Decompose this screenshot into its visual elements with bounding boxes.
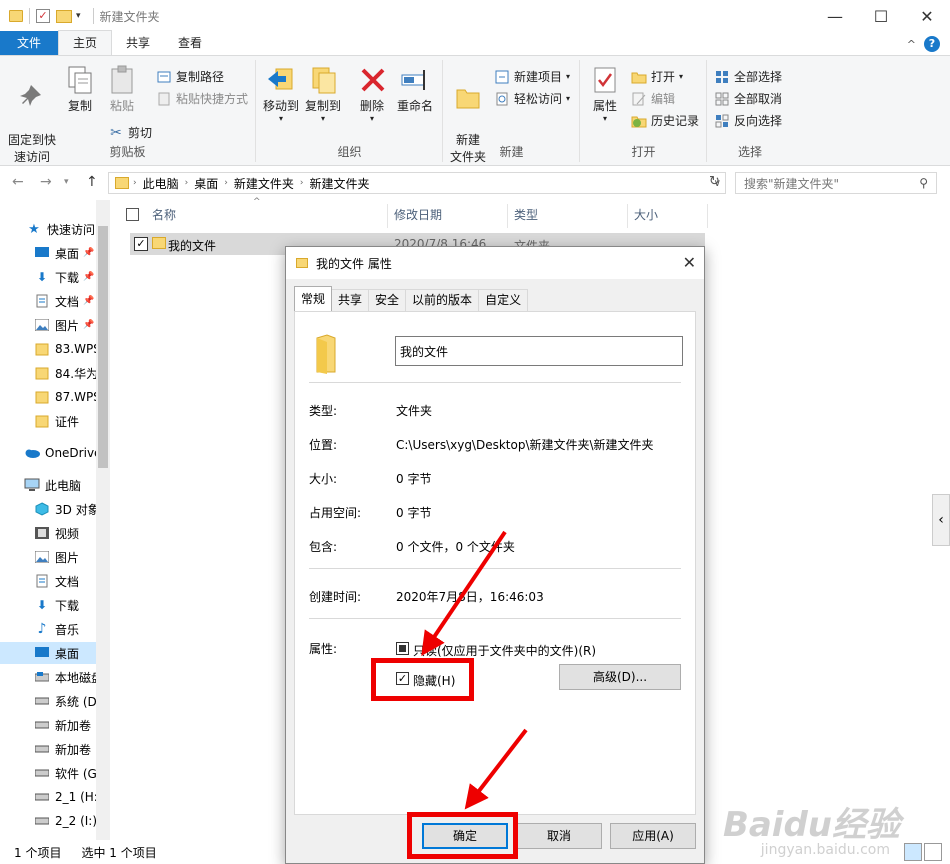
arrow-to-ok	[464, 728, 528, 810]
annotation-arrows	[421, 530, 528, 810]
watermark: Baidu经验	[722, 805, 900, 845]
tab-general[interactable]: 常规	[294, 286, 333, 311]
watermark-sub: jingyan.baidu.com	[760, 842, 890, 858]
arrow-to-hidden	[421, 530, 507, 656]
